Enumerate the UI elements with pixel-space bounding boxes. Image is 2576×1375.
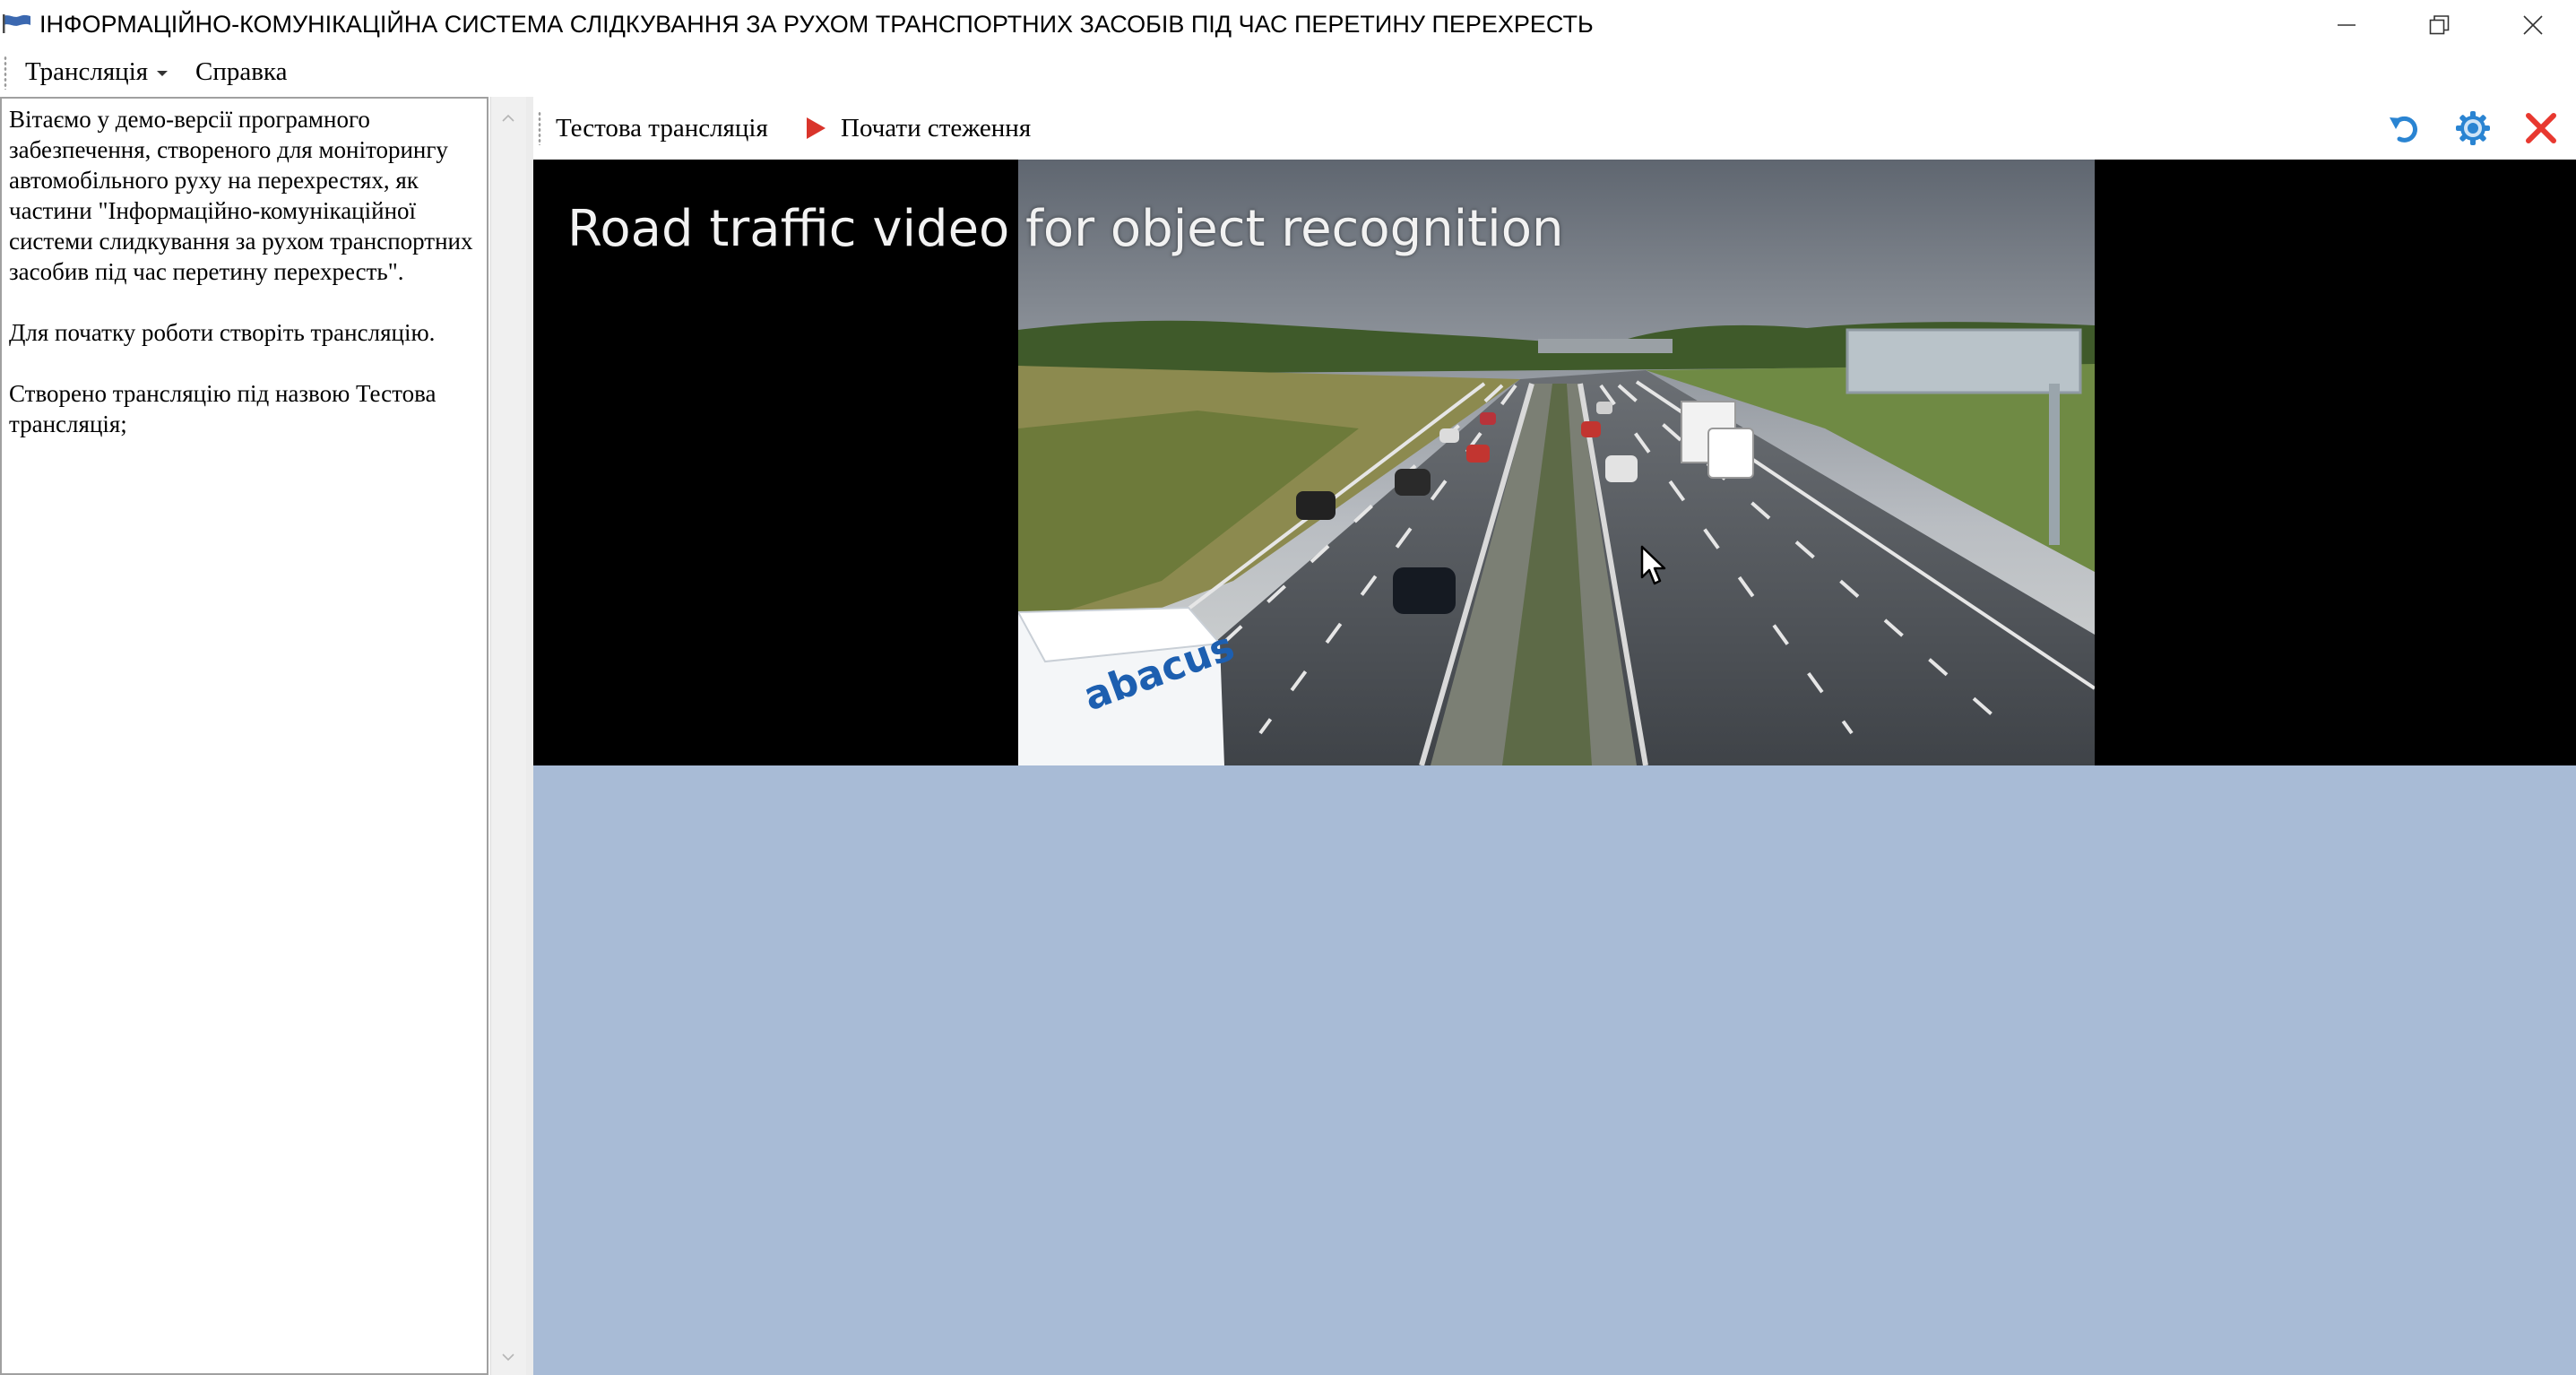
menu-bar: [0, 49, 2576, 94]
log-scrollbar[interactable]: [490, 97, 527, 1375]
log-paragraph: Для початку роботи створіть трансляцію.: [9, 319, 436, 346]
scroll-up-button[interactable]: [490, 100, 526, 136]
close-window-button[interactable]: [2486, 0, 2576, 49]
mouse-cursor-icon: [1640, 545, 1666, 585]
log-paragraph: Створено трансляцію під назвою Тестова т…: [9, 380, 437, 437]
gear-icon: [2456, 111, 2490, 145]
minimize-button[interactable]: [2300, 0, 2393, 49]
settings-button[interactable]: [2451, 106, 2495, 151]
menu-help[interactable]: Справка: [195, 56, 287, 88]
restore-icon: [2429, 14, 2450, 34]
refresh-icon: [2390, 116, 2417, 143]
minimize-icon: [2338, 23, 2356, 26]
scroll-down-button[interactable]: [490, 1339, 526, 1375]
log-text: Вітаємо у демо-версії програмного забезп…: [9, 104, 482, 470]
chevron-down-icon: [502, 1353, 514, 1362]
menu-translation[interactable]: Трансляція: [25, 56, 169, 88]
start-tracking-label: Почати стеження: [841, 113, 1032, 143]
restore-button[interactable]: [2393, 0, 2486, 49]
flag-icon: [3, 14, 30, 33]
start-tracking-button[interactable]: Почати стеження: [805, 109, 1031, 147]
panel-splitter[interactable]: [526, 97, 533, 1375]
play-icon: [807, 117, 826, 139]
stream-name-label: Тестова трансляція: [556, 114, 768, 143]
refresh-button[interactable]: [2382, 106, 2427, 151]
toolbar-grip[interactable]: [538, 111, 541, 145]
close-icon: [2526, 113, 2556, 143]
window-title: ІНФОРМАЦІЙНО-КОМУНІКАЦІЙНА СИСТЕМА СЛІДК…: [39, 11, 1594, 38]
video-overlay-title: Road traffic video for object recognitio…: [567, 200, 1564, 258]
chevron-up-icon: [502, 114, 514, 122]
close-stream-button[interactable]: [2519, 106, 2563, 151]
menu-help-label: Справка: [195, 57, 288, 86]
menu-grip[interactable]: [4, 56, 7, 90]
close-icon: [2523, 14, 2543, 35]
log-paragraph: Вітаємо у демо-версії програмного забезп…: [9, 106, 473, 285]
chevron-down-icon: [157, 71, 169, 76]
video-player[interactable]: abacus Road traffic video for object rec…: [533, 160, 2576, 765]
menu-translation-label: Трансляція: [25, 57, 149, 86]
